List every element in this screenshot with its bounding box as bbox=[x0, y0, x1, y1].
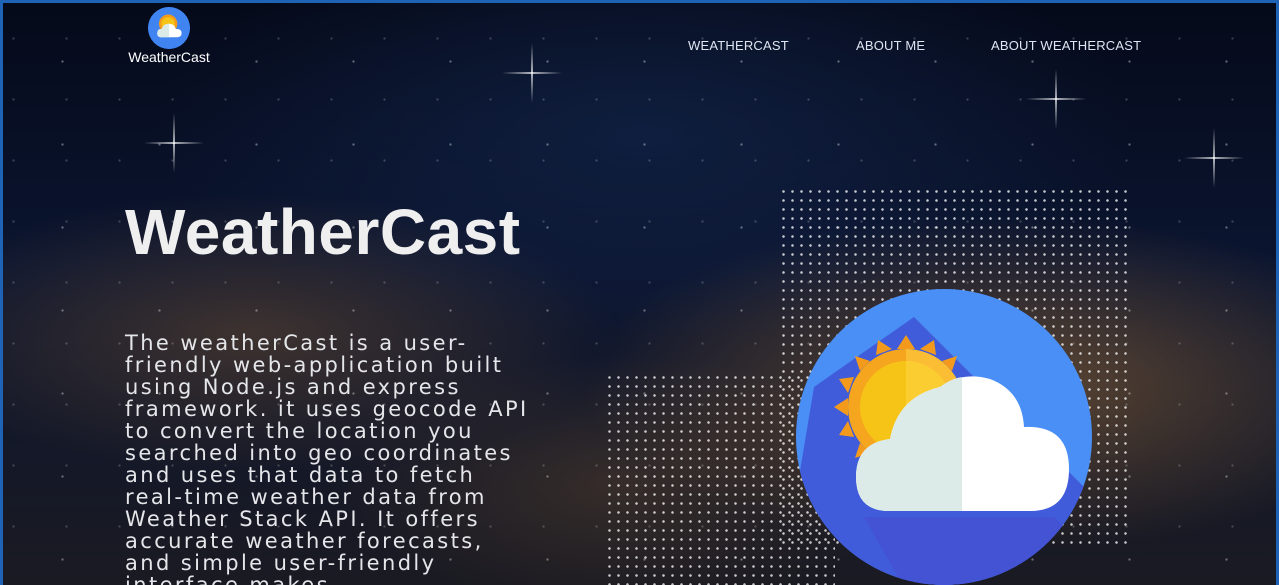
nav-link-about-weathercast[interactable]: ABOUT WEATHERCAST bbox=[991, 38, 1141, 53]
app-page: WeatherCast WEATHERCAST ABOUT ME ABOUT W… bbox=[0, 0, 1279, 585]
weather-sun-cloud-icon bbox=[794, 287, 1094, 585]
hero-title: WeatherCast bbox=[125, 196, 521, 268]
star-flare bbox=[144, 113, 204, 173]
home-logo-link[interactable]: WeatherCast bbox=[123, 7, 215, 65]
star-flare bbox=[1026, 69, 1086, 129]
nav-link-weathercast[interactable]: WEATHERCAST bbox=[688, 38, 789, 53]
star-flare bbox=[502, 43, 562, 103]
hero-description: The weatherCast is a user-friendly web-a… bbox=[125, 331, 529, 585]
nav-link-about-me[interactable]: ABOUT ME bbox=[856, 38, 925, 53]
star-flare bbox=[1184, 128, 1244, 188]
weather-sun-cloud-icon bbox=[148, 7, 190, 49]
logo-text: WeatherCast bbox=[128, 49, 210, 65]
